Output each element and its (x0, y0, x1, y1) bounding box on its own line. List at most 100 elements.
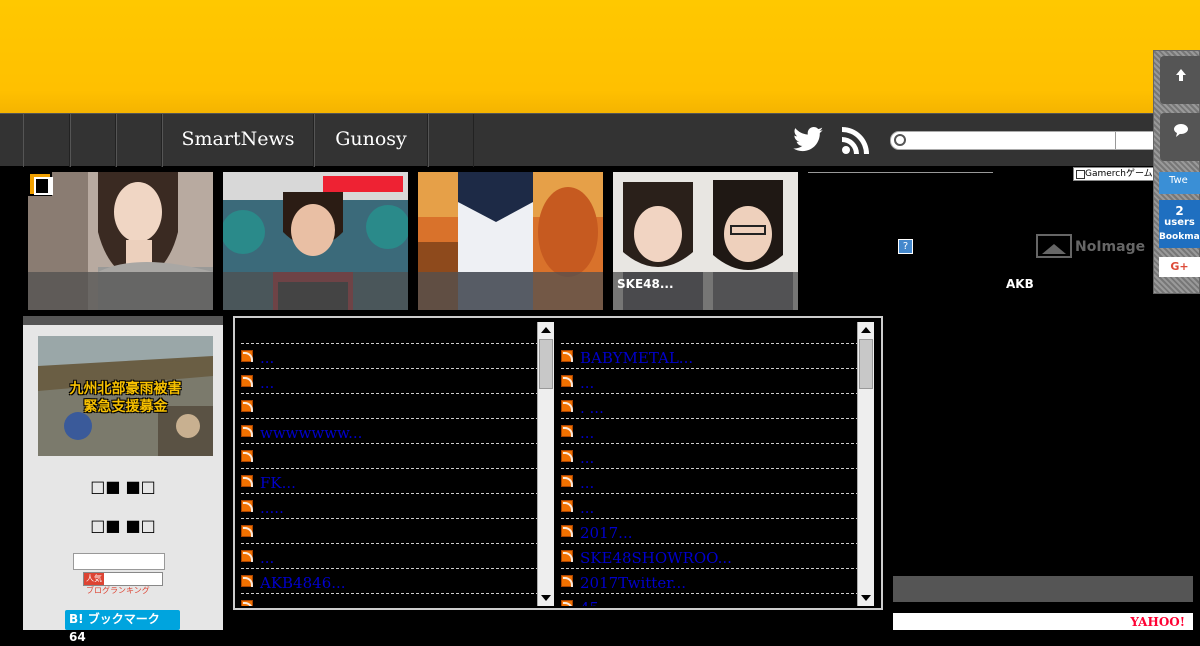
feed-item-link[interactable]: SKE48SHOWROO... (580, 549, 732, 567)
hatena-bookmark-button[interactable]: 2 users Bookmar (1159, 200, 1200, 248)
nav-item-6[interactable] (428, 114, 474, 167)
ranking-blog-label: ブログランキング (86, 586, 150, 595)
scroll-down-icon[interactable] (541, 595, 551, 601)
missing-image-icon: ? (898, 239, 913, 254)
right-section-header (893, 576, 1193, 602)
scroll-top-button[interactable] (1160, 56, 1200, 104)
feed-item[interactable] (241, 444, 539, 469)
rss-feed-icon (241, 550, 253, 562)
scroll-thumb[interactable] (539, 339, 553, 389)
nav-item-smartnews[interactable]: SmartNews (162, 114, 314, 167)
scroll-thumb[interactable] (859, 339, 873, 389)
rss-feed-icon (241, 500, 253, 512)
rss-feed-icon (561, 350, 573, 362)
thumb-caption (418, 272, 603, 310)
feed-item[interactable]: FK... (241, 469, 539, 494)
blog-ranking-badge[interactable]: 人気ブログランキング (83, 572, 163, 595)
feed-item[interactable]: ... (561, 494, 859, 519)
rss-feed-icon (561, 450, 573, 462)
twitter-bird-icon[interactable] (790, 122, 826, 158)
rss-feed-icon (561, 575, 573, 587)
feed-item[interactable]: SKE48SHOWROO... (561, 544, 859, 569)
site-logo-icon[interactable] (28, 172, 53, 196)
feed-item[interactable] (561, 322, 859, 344)
news-thumb-1[interactable] (28, 172, 213, 310)
rss-feed-icon (561, 500, 573, 512)
feed-item[interactable] (241, 394, 539, 419)
sidebar-input[interactable] (73, 553, 165, 570)
feed-item[interactable]: ... (241, 369, 539, 394)
thumb-caption (223, 272, 408, 310)
right-divider (808, 172, 993, 173)
rss-feed-icon (561, 425, 573, 437)
scroll-up-icon[interactable] (861, 327, 871, 333)
feed-left-scrollbar[interactable] (537, 322, 554, 606)
scroll-up-icon[interactable] (541, 327, 551, 333)
hatena-users: users (1164, 217, 1195, 228)
feed-item-link[interactable]: ..... (260, 499, 284, 517)
feed-item-link[interactable]: ... (260, 374, 274, 392)
yahoo-widget[interactable]: YAHOO! (893, 613, 1193, 630)
nav-item-2[interactable] (70, 114, 116, 167)
rss-feed-icon (241, 375, 253, 387)
google-plus-button[interactable]: G+ (1159, 257, 1200, 277)
nav-item-3[interactable] (116, 114, 162, 167)
feed-item[interactable]: AKB4846... (241, 569, 539, 594)
feed-item[interactable]: ... (561, 469, 859, 494)
comment-button[interactable] (1160, 113, 1200, 161)
feed-item-link[interactable]: ... (260, 349, 274, 367)
feed-item[interactable]: ... (561, 419, 859, 444)
nav-item-1[interactable] (23, 114, 70, 167)
relief-title: 九州北部豪雨被害 (69, 381, 182, 397)
feed-item[interactable]: ..... (241, 494, 539, 519)
disaster-relief-banner[interactable]: 九州北部豪雨被害 緊急支援募金 (38, 336, 213, 456)
feed-item-link[interactable]: ... (580, 499, 594, 517)
news-thumb-2[interactable] (223, 172, 408, 310)
feed-item[interactable]: wwwwwww... (241, 419, 539, 444)
feed-item-link[interactable]: . ... (580, 399, 604, 417)
feed-item[interactable] (241, 594, 539, 606)
feed-item[interactable]: ... (561, 444, 859, 469)
feed-item[interactable] (241, 322, 539, 344)
arrow-up-icon (1175, 69, 1186, 81)
feed-item-link[interactable]: AKB4846... (260, 574, 346, 592)
no-image-placeholder: NoImage (1036, 232, 1154, 260)
search-input[interactable] (890, 131, 1155, 150)
feed-item[interactable]: 2017... (561, 519, 859, 544)
feed-item[interactable]: BABYMETAL... (561, 344, 859, 369)
feed-item[interactable]: . ... (561, 394, 859, 419)
hatena-count: 2 (1175, 204, 1184, 218)
rss-feed-icon (241, 450, 253, 462)
nav-item-gunosy[interactable]: Gunosy (314, 114, 428, 167)
rss-icon[interactable] (840, 124, 872, 156)
hatena-bookmark-count-button[interactable]: B! ブックマーク 64 (65, 610, 180, 644)
feed-item[interactable]: ... (561, 369, 859, 394)
rss-feed-panel: ...... wwwwwww... FK........... AKB4846... … (233, 316, 883, 610)
feed-item[interactable] (241, 519, 539, 544)
news-thumb-4[interactable]: SKE48... (613, 172, 798, 310)
feed-item-link[interactable]: 2017... (580, 524, 632, 542)
feed-item-link[interactable]: ... (580, 424, 594, 442)
news-thumb-3[interactable] (418, 172, 603, 310)
feed-item[interactable]: ... (241, 544, 539, 569)
feed-item[interactable]: 45... (561, 594, 859, 606)
feed-item[interactable]: ... (241, 344, 539, 369)
feed-item-link[interactable]: ... (260, 549, 274, 567)
feed-item-link[interactable]: ... (580, 449, 594, 467)
feed-item-link[interactable]: BABYMETAL... (580, 349, 693, 367)
no-image-text: NoImage (1075, 239, 1146, 255)
scroll-down-icon[interactable] (861, 595, 871, 601)
thumb-caption: SKE48... (613, 272, 798, 310)
feed-item-link[interactable]: FK... (260, 474, 296, 492)
akb-label[interactable]: AKB (1006, 277, 1034, 291)
feed-right-scrollbar[interactable] (857, 322, 874, 606)
feed-item-link[interactable]: 45... (580, 599, 613, 606)
feed-item-link[interactable]: ... (580, 474, 594, 492)
feed-item-link[interactable]: 2017Twitter... (580, 574, 686, 592)
thumb-caption (28, 272, 213, 310)
feed-item-link[interactable]: ... (580, 374, 594, 392)
feed-item-link[interactable]: wwwwwww... (260, 424, 362, 442)
rss-feed-icon (561, 375, 573, 387)
tweet-button[interactable]: Twe (1159, 172, 1200, 194)
feed-item[interactable]: 2017Twitter... (561, 569, 859, 594)
